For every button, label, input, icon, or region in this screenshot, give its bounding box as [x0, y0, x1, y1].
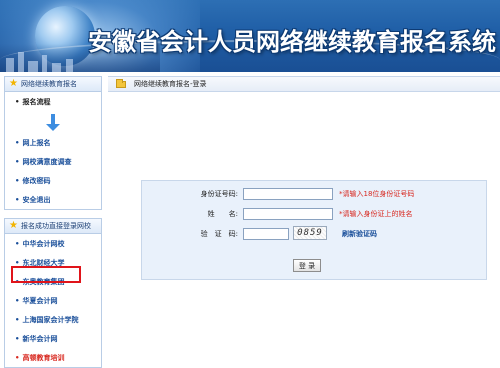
sidebar-item-school[interactable]: • 华夏会计网 — [5, 291, 101, 310]
breadcrumb: 网络继续教育报名-登录 — [108, 76, 500, 92]
id-number-input[interactable] — [243, 188, 333, 200]
sidebar-item-label: 网校满意度调查 — [22, 157, 72, 166]
sidebar-item-logout[interactable]: • 安全退出 — [5, 190, 101, 209]
bullet-icon: • — [15, 157, 20, 166]
sidebar-item-label: 安全退出 — [22, 195, 51, 204]
sidebar-item-school[interactable]: • 新华会计网 — [5, 329, 101, 348]
name-label: 姓 名: — [207, 210, 238, 218]
id-hint: *请输入18位身份证号码 — [339, 190, 415, 198]
sidebar-item-label: 网上报名 — [22, 138, 51, 147]
header-banner: 安徽省会计人员网络继续教育报名系统 — [0, 0, 500, 72]
main-content: 网络继续教育报名-登录 身份证号码: *请输入18位身份证号码 姓 名: *请输… — [108, 72, 500, 365]
id-label: 身份证号码: — [200, 190, 238, 198]
bullet-icon: • — [15, 176, 20, 185]
breadcrumb-label: 网络继续教育报名-登录 — [134, 80, 207, 88]
site-title: 安徽省会计人员网络继续教育报名系统 — [88, 28, 496, 56]
sidebar-item-registration-process[interactable]: • 报名流程 — [5, 92, 101, 111]
bullet-icon: • — [15, 97, 20, 106]
sidebar-item-online-registration[interactable]: • 网上报名 — [5, 133, 101, 152]
sidebar-item-satisfaction-survey[interactable]: • 网校满意度调查 — [5, 152, 101, 171]
captcha-row: 验 证 码: 0859 刷新验证码 — [142, 226, 486, 241]
sidebar-item-school[interactable]: • 东北财经大学 — [5, 253, 101, 272]
name-row: 姓 名: *请输入身份证上的姓名 — [142, 207, 486, 221]
bullet-icon: • — [15, 334, 20, 343]
sidebar-item-change-password[interactable]: • 修改密码 — [5, 171, 101, 190]
sidebar-item-label: 华夏会计网 — [22, 296, 58, 305]
sidebar-item-school[interactable]: • 上海国家会计学院 — [5, 310, 101, 329]
sidebar-item-label: 高顿教育培训 — [22, 353, 65, 362]
sidebar-item-school[interactable]: • 东奥教育集团 — [5, 272, 101, 291]
sidebar-item-school[interactable]: • 高顿教育培训 — [5, 348, 101, 367]
bullet-icon: • — [15, 277, 20, 286]
id-row: 身份证号码: *请输入18位身份证号码 — [142, 187, 486, 201]
name-hint: *请输入身份证上的姓名 — [339, 210, 413, 218]
sidebar-item-label: 修改密码 — [22, 176, 51, 185]
star-icon: ★ — [9, 220, 18, 231]
captcha-input[interactable] — [243, 228, 289, 240]
bullet-icon: • — [15, 353, 20, 362]
sidebar: ★ 网络继续教育报名 • 报名流程 • 网上报名 • 网校满意度调查 • 修改密… — [0, 72, 106, 368]
refresh-captcha-link[interactable]: 刷新验证码 — [342, 229, 377, 239]
sidebar-item-label: 报名流程 — [22, 97, 51, 106]
name-input[interactable] — [243, 208, 333, 220]
panel-registration: • 报名流程 • 网上报名 • 网校满意度调查 • 修改密码 • 安全退出 — [4, 92, 102, 210]
arrow-down-icon — [5, 111, 101, 133]
bullet-icon: • — [15, 138, 20, 147]
star-icon: ★ — [9, 78, 18, 89]
bullet-icon: • — [15, 258, 20, 267]
panel-header-schools: ★ 报名成功直接登录网校 — [4, 218, 102, 234]
sidebar-item-school[interactable]: • 中华会计网校 — [5, 234, 101, 253]
panel-schools: • 中华会计网校 • 东北财经大学 • 东奥教育集团 • 华夏会计网 • 上海国… — [4, 234, 102, 368]
panel-title: 报名成功直接登录网校 — [20, 222, 91, 230]
captcha-image[interactable]: 0859 — [293, 226, 327, 240]
panel-title: 网络继续教育报名 — [20, 80, 77, 88]
sidebar-item-label: 中华会计网校 — [22, 239, 65, 248]
bullet-icon: • — [15, 195, 20, 204]
sidebar-item-label: 东北财经大学 — [22, 258, 65, 267]
login-form: 身份证号码: *请输入18位身份证号码 姓 名: *请输入身份证上的姓名 验 证… — [141, 180, 487, 280]
captcha-label: 验 证 码: — [200, 230, 238, 238]
sidebar-item-label: 新华会计网 — [22, 334, 58, 343]
sidebar-item-label: 上海国家会计学院 — [22, 315, 79, 324]
login-button[interactable]: 登 录 — [293, 259, 321, 272]
bullet-icon: • — [15, 315, 20, 324]
bullet-icon: • — [15, 239, 20, 248]
folder-icon — [116, 78, 126, 88]
bullet-icon: • — [15, 296, 20, 305]
sidebar-item-label: 东奥教育集团 — [22, 277, 65, 286]
panel-header-registration: ★ 网络继续教育报名 — [4, 76, 102, 92]
